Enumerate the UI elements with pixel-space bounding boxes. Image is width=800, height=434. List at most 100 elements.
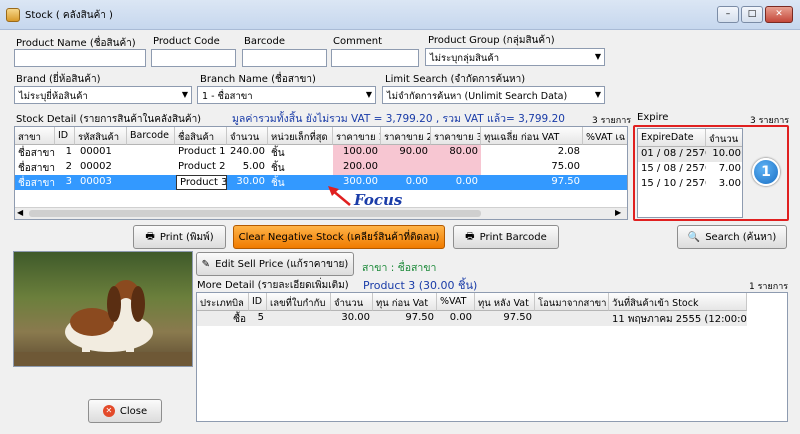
cell-product-name: Product 1 (178, 146, 226, 157)
cell-expire-date: 01 / 08 / 2570 (641, 148, 706, 159)
chevron-down-icon: ▼ (365, 90, 372, 99)
col-price-2[interactable]: ราคาขาย 2 (381, 127, 431, 145)
limit-search-label: Limit Search (จำกัดการค้นหา) (385, 74, 526, 85)
barcode-label: Barcode (244, 36, 285, 47)
product-group-select[interactable]: ไม่ระบุกลุ่มสินค้า ▼ (425, 48, 605, 66)
app-icon (6, 8, 20, 22)
limit-search-select[interactable]: ไม่จำกัดการค้นหา (Unlimit Search Data) ▼ (382, 86, 605, 104)
cell-barcode (127, 175, 175, 190)
print-barcode-label: Print Barcode (479, 231, 547, 243)
cell-price-1: 200.00 (333, 160, 381, 175)
col-avg-cost[interactable]: ทุนเฉลี่ย ก่อน VAT (481, 127, 583, 145)
table-row[interactable]: 15 / 08 / 2570 7.00 (638, 162, 742, 177)
col-price-1[interactable]: ราคาขาย 1 (333, 127, 381, 145)
minimize-button[interactable]: – (717, 6, 739, 23)
branch-value: 1 - ชื่อสาขา (202, 91, 253, 102)
detail-count: 1 รายการ (749, 282, 789, 292)
cell-barcode (127, 160, 175, 175)
chevron-down-icon: ▼ (181, 90, 188, 99)
col-detail-vat[interactable]: %VAT (437, 293, 475, 311)
cell-price-3: 0.00 (455, 176, 478, 187)
cell-quantity: 5.00 (242, 161, 265, 172)
stock-summary: มูลค่ารวมทั้งสิ้น ยังไม่รวม VAT = 3,799.… (232, 113, 565, 125)
cell-branch: ชื่อสาขา (18, 148, 55, 159)
cell-product-name: Product 2 (178, 161, 226, 172)
cell-price-3: 80.00 (431, 145, 481, 160)
close-button[interactable]: ✕ Close (88, 399, 162, 423)
title-bar: Stock ( คลังสินค้า ) – □ ✕ (0, 0, 800, 30)
col-bill-type[interactable]: ประเภทบิล (197, 293, 249, 311)
col-expire-qty[interactable]: จำนวน (706, 129, 742, 147)
cell-price-2: 0.00 (381, 160, 431, 175)
stock-hscrollbar[interactable]: ◀ ▶ (15, 207, 627, 219)
table-row[interactable]: 01 / 08 / 2570 10.00 (638, 147, 742, 162)
col-transfer-from[interactable]: โอนมาจากสาขา (535, 293, 609, 311)
print-button[interactable]: 🖶 Print (พิมพ์) (133, 225, 226, 249)
search-icon: 🔍 (687, 231, 701, 243)
brand-select[interactable]: ไม่ระบุยี่ห้อสินค้า ▼ (14, 86, 192, 104)
col-vat[interactable]: %VAT เฉ (583, 127, 627, 145)
col-unit[interactable]: หน่วยเล็กที่สุด (268, 127, 333, 145)
col-invoice-no[interactable]: เลขที่ใบกำกับ (267, 293, 331, 311)
brand-value: ไม่ระบุยี่ห้อสินค้า (19, 91, 88, 102)
product-name-input[interactable] (14, 49, 146, 67)
col-cost-before-vat[interactable]: ทุน ก่อน Vat (373, 293, 437, 311)
col-expire-date[interactable]: ExpireDate (638, 129, 706, 147)
expire-label: Expire (637, 112, 669, 123)
cell-quantity: 240.00 (230, 146, 265, 157)
col-cost-after-vat[interactable]: ทุน หลัง Vat (475, 293, 535, 311)
search-button-label: Search (ค้นหา) (705, 231, 777, 243)
edit-sell-price-button[interactable]: ✎ Edit Sell Price (แก้ราคาขาย) (196, 252, 354, 276)
col-id[interactable]: ID (55, 127, 75, 145)
clear-negative-stock-button[interactable]: Clear Negative Stock (เคลียร์สินค้าที่ติ… (233, 225, 445, 249)
cell-price-2: 90.00 (381, 145, 431, 160)
scroll-right-icon[interactable]: ▶ (615, 208, 621, 217)
table-row-selected[interactable]: ชื่อสาขา 3 00003 Product 3 30.00 ชิ้น 30… (15, 175, 627, 190)
col-price-3[interactable]: ราคาขาย 3 (431, 127, 481, 145)
stock-grid[interactable]: สาขา ID รหัสสินค้า Barcode ชื่อสินค้า จำ… (14, 126, 628, 220)
scroll-left-icon[interactable]: ◀ (17, 208, 23, 217)
stock-grid-header: สาขา ID รหัสสินค้า Barcode ชื่อสินค้า จำ… (15, 127, 627, 145)
col-product-code[interactable]: รหัสสินค้า (75, 127, 127, 145)
cell-detail-qty: 30.00 (341, 312, 370, 323)
expire-grid[interactable]: ExpireDate จำนวน 01 / 08 / 2570 10.00 15… (637, 128, 743, 218)
table-row[interactable]: ซื้อ 5 30.00 97.50 0.00 97.50 11 พฤษภาคม… (197, 311, 747, 326)
table-row[interactable]: ชื่อสาขา 2 00002 Product 2 5.00 ชิ้น 200… (15, 160, 627, 175)
chevron-down-icon: ▼ (594, 52, 601, 61)
col-product-name[interactable]: ชื่อสินค้า (175, 127, 227, 145)
branch-select[interactable]: 1 - ชื่อสาขา ▼ (197, 86, 376, 104)
cell-avg-cost: 2.08 (557, 146, 580, 157)
product-code-input[interactable] (151, 49, 236, 67)
product-code-label: Product Code (153, 36, 220, 47)
cell-price-2: 0.00 (405, 176, 428, 187)
col-detail-id[interactable]: ID (249, 293, 267, 311)
col-barcode[interactable]: Barcode (127, 127, 175, 145)
cell-price-1: 100.00 (333, 145, 381, 160)
print-barcode-button[interactable]: 🖶 Print Barcode (453, 225, 559, 249)
close-button-label: Close (119, 405, 148, 417)
col-quantity[interactable]: จำนวน (227, 127, 268, 145)
detail-grid[interactable]: ประเภทบิล ID เลขที่ใบกำกับ จำนวน ทุน ก่อ… (196, 292, 788, 422)
more-detail-label: More Detail (รายละเอียดเพิ่มเติม) (197, 280, 349, 291)
window-title: Stock ( คลังสินค้า ) (25, 10, 113, 21)
search-button[interactable]: 🔍 Search (ค้นหา) (677, 225, 787, 249)
cell-product-code: 00001 (80, 146, 112, 157)
product-name-edit-cell[interactable]: Product 3 (176, 175, 227, 190)
print-button-label: Print (พิมพ์) (159, 231, 214, 243)
cell-expire-date: 15 / 08 / 2570 (641, 163, 706, 174)
comment-input[interactable] (331, 49, 419, 67)
close-window-button[interactable]: ✕ (765, 6, 793, 23)
branch-label: Branch Name (ชื่อสาขา) (200, 74, 316, 85)
maximize-button[interactable]: □ (741, 6, 763, 23)
table-row[interactable]: 15 / 10 / 2570 3.00 (638, 177, 742, 192)
cell-expire-qty: 10.00 (712, 148, 741, 159)
cell-price-3: 0.00 (431, 160, 481, 175)
scroll-thumb[interactable] (29, 210, 481, 217)
table-row[interactable]: ชื่อสาขา 1 00001 Product 1 240.00 ชิ้น 1… (15, 145, 627, 160)
col-branch[interactable]: สาขา (15, 127, 55, 145)
col-stock-in-date[interactable]: วันที่สินค้าเข้า Stock (609, 293, 747, 311)
col-detail-qty[interactable]: จำนวน (331, 293, 373, 311)
cell-id: 2 (65, 161, 72, 172)
branch-text: สาขา : ชื่อสาขา (362, 262, 437, 274)
barcode-input[interactable] (242, 49, 327, 67)
